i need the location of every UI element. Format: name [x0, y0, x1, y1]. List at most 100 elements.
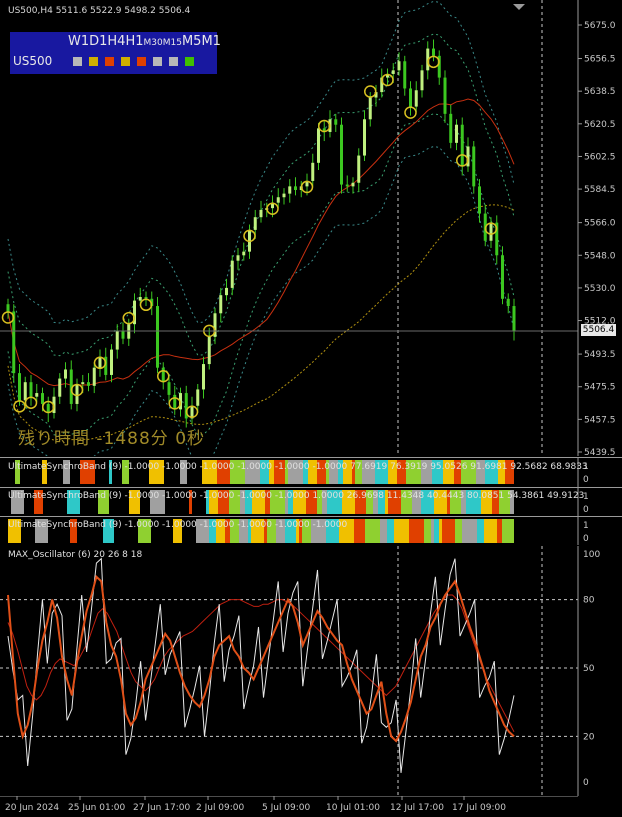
candle-body [225, 287, 228, 296]
candle-body [230, 260, 234, 288]
candle-body [138, 296, 142, 301]
osc-axis-label: 80 [583, 596, 595, 606]
time-axis: 20 Jun 2024 25 Jun 01:00 27 Jun 17:00 2 Jul… [0, 796, 578, 813]
candle-body [501, 255, 504, 299]
candle-body [87, 382, 90, 386]
candle-body [35, 393, 39, 397]
candle-body [391, 70, 395, 74]
candle-body [207, 336, 211, 365]
candle-body [414, 90, 418, 107]
candle-body [282, 193, 286, 198]
band-segment [354, 519, 365, 543]
candle-body [317, 128, 320, 163]
band-segment [442, 519, 455, 543]
tf-status-square [137, 57, 146, 66]
time-tick-label: 10 Jul 01:00 [326, 803, 380, 813]
candle-body [478, 186, 481, 214]
band-segment [431, 519, 434, 543]
countdown-timer: 残り時間 -1488分 0秒 [18, 429, 206, 449]
candle-body [253, 217, 257, 230]
candle-body [92, 367, 96, 386]
price-tick-label: 5584.5 [584, 185, 616, 195]
price-tick-label: 5548.0 [584, 251, 616, 261]
time-tick-label: 5 Jul 09:00 [262, 803, 311, 813]
candle-body [334, 119, 338, 125]
tf-status-square [169, 57, 178, 66]
band-segment [462, 519, 477, 543]
band-segment [497, 519, 502, 543]
band-segment [484, 519, 497, 543]
time-tick-label: 25 Jun 01:00 [68, 803, 125, 813]
candle-body [121, 331, 125, 339]
timeframe-panel: W1D1H4H1M30M15M5M1 US500 [10, 32, 221, 74]
candle-body [110, 349, 113, 375]
band2-label: UltimateSynchroBand (9) -1.0000 -1.0000 … [8, 491, 585, 501]
price-tick-label: 5475.5 [584, 383, 616, 393]
tf-status-square [89, 57, 98, 66]
price-tick-label: 5602.5 [584, 152, 616, 162]
price-tick-label: 5566.0 [584, 219, 616, 229]
candle-body [397, 61, 401, 71]
candle-body [403, 61, 407, 89]
time-tick-label: 17 Jul 09:00 [452, 803, 506, 813]
candle-body [6, 304, 10, 312]
tf-status-square [121, 57, 130, 66]
candle-body [115, 331, 119, 350]
price-tick-label: 5638.5 [584, 87, 616, 97]
osc-axis-label: 0 [583, 778, 589, 788]
tf-label-2: H4 [107, 34, 126, 49]
timeframe-labels: W1D1H4H1M30M15M5M1 [68, 34, 221, 49]
candle-body [98, 356, 102, 368]
tf-label-1: D1 [89, 34, 108, 49]
candle-body [236, 255, 240, 261]
candle-body [167, 382, 171, 395]
band-segment [502, 519, 514, 543]
band-segment [424, 519, 431, 543]
tf-label-3: H1 [125, 34, 144, 49]
candle-body [455, 124, 458, 143]
candle-body [202, 364, 205, 390]
band-segment [387, 519, 394, 543]
candle-body [345, 184, 349, 187]
candle-body [161, 367, 165, 383]
time-tick-label: 12 Jul 17:00 [390, 803, 444, 813]
candle-body [363, 119, 366, 156]
candle-body [409, 88, 412, 107]
candle-body [368, 97, 372, 120]
price-tick-label: 5530.0 [584, 284, 616, 294]
candle-body [18, 373, 21, 401]
candle-body [196, 389, 200, 406]
band1-label: UltimateSynchroBand (9) -1.0000 -1.0000 … [8, 462, 588, 472]
current-price-label: 5506.4 [581, 324, 616, 336]
symbol-label: US500 [13, 54, 53, 68]
band-segment [365, 519, 380, 543]
candle-body [420, 70, 424, 91]
candle-body [357, 155, 361, 183]
candle-body [58, 378, 62, 397]
candle-body [259, 209, 263, 218]
tf-status-square [185, 57, 194, 66]
candle-body [81, 382, 85, 385]
band3-label: UltimateSynchroBand (9) -1.0000 -1.0000 … [8, 520, 348, 530]
candle-body [460, 124, 464, 167]
band-segment [455, 519, 462, 543]
candle-body [449, 113, 453, 143]
time-tick-label: 20 Jun 2024 [5, 803, 59, 813]
osc-axis-label: 50 [583, 664, 595, 674]
price-tick-label: 5493.5 [584, 350, 616, 360]
candle-body [472, 146, 476, 187]
tf-label-0: W1 [68, 34, 90, 49]
band-segment [409, 519, 424, 543]
candle-body [506, 298, 510, 307]
oscillator-label: MAX_Oscillator (6) 20 26 8 18 [8, 550, 143, 560]
candle-body [64, 369, 67, 379]
tf-label-5: M15 [162, 38, 182, 48]
candle-body [311, 162, 315, 181]
candle-body [351, 182, 355, 187]
tf-status-square [153, 57, 162, 66]
candle-body [432, 48, 435, 56]
candle-body [489, 222, 493, 241]
band-segment [439, 519, 442, 543]
price-tick-label: 5457.5 [584, 415, 616, 425]
band-axis-label: 0 [583, 505, 589, 515]
